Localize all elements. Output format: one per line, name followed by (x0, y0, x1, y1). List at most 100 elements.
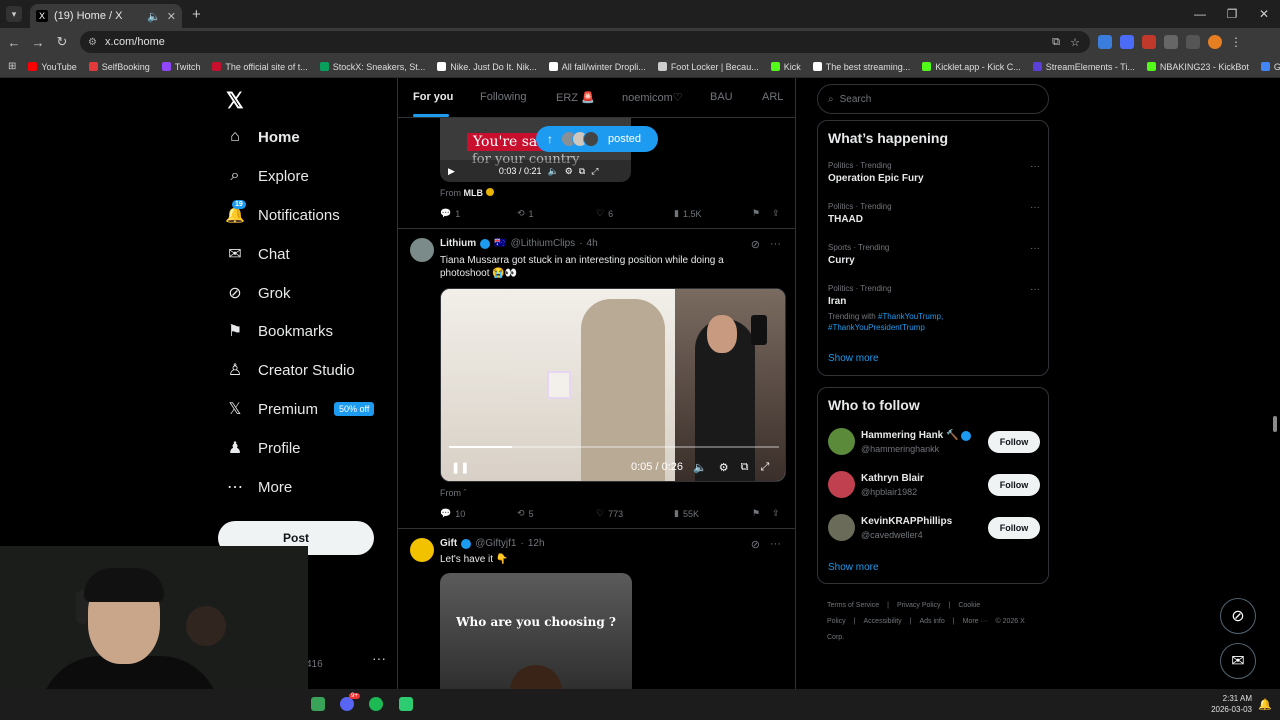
page-scrollbar[interactable] (1270, 78, 1280, 689)
bookmark-item[interactable]: Foot Locker | Becau... (657, 62, 759, 72)
author-name[interactable]: Lithium (440, 238, 476, 249)
follow-suggestion[interactable]: Hammering Hank 🔨 @hammeringhankk Follow (828, 428, 1040, 458)
show-more-link[interactable]: Show more (828, 562, 879, 573)
tweet-video[interactable]: Who are you choosing ? (440, 573, 632, 689)
tweet-video[interactable]: ❚❚ 0:05 / 0:26 🔈 ⚙ ⧉ ⤢ (440, 288, 786, 482)
author-handle[interactable]: @Giftyjf1 (475, 538, 516, 549)
pause-icon[interactable]: ❚❚ (451, 461, 469, 474)
bookmark-item[interactable]: Twitch (161, 62, 200, 72)
mute-icon[interactable]: 🔈 (147, 10, 161, 23)
app-icon[interactable] (399, 697, 413, 711)
footer-link[interactable]: More ··· (963, 618, 988, 625)
settings-icon[interactable]: ⚙ (565, 166, 573, 177)
nav-item-more[interactable]: ⋯ More (226, 478, 292, 497)
avatar[interactable] (410, 238, 434, 262)
footer-link[interactable]: Privacy Policy (897, 602, 941, 609)
share-icon[interactable]: ⇪ (772, 208, 780, 219)
trend-item[interactable]: Politics · Trending Operation Epic Fury … (828, 161, 1040, 184)
back-icon[interactable]: ← (2, 35, 26, 50)
follow-button[interactable]: Follow (988, 474, 1040, 496)
grok-fab-icon[interactable]: ⊘ (1220, 598, 1256, 634)
bookmark-item[interactable]: The best streaming... (812, 62, 910, 72)
bookmark-item[interactable]: StockX: Sneakers, St... (319, 62, 425, 72)
extension-icon[interactable] (1120, 35, 1134, 49)
pip-icon[interactable]: ⧉ (579, 166, 585, 177)
repost-button[interactable]: ⟲ 1 (517, 208, 534, 219)
tab-search-icon[interactable]: ▾ (6, 6, 22, 22)
fullscreen-icon[interactable]: ⤢ (760, 461, 769, 474)
new-tab-icon[interactable]: + (192, 6, 201, 23)
bookmark-item[interactable]: All fall/winter Dropli... (548, 62, 646, 72)
more-options-icon[interactable]: ··· (1030, 284, 1040, 295)
more-options-icon[interactable]: ··· (770, 238, 781, 251)
volume-icon[interactable]: 🔈 (547, 166, 558, 177)
bookmark-item[interactable]: Kick (770, 62, 801, 72)
nav-item-explore[interactable]: ⌕ Explore (226, 167, 309, 185)
nav-item-grok[interactable]: ⊘ Grok (226, 284, 290, 303)
more-options-icon[interactable]: ··· (770, 538, 781, 551)
follow-suggestion[interactable]: KevinKRAPPhillips @cavedweller4 Follow (828, 514, 1040, 544)
source-name[interactable]: MLB (464, 188, 484, 198)
more-options-icon[interactable]: ··· (1030, 161, 1040, 172)
minimize-icon[interactable]: — (1184, 0, 1216, 28)
settings-icon[interactable]: ⚙ (719, 461, 729, 474)
tweet-time[interactable]: 12h (528, 538, 545, 549)
show-more-link[interactable]: Show more (828, 353, 879, 364)
footer-link[interactable]: Ads info (919, 618, 944, 625)
tab-erz[interactable]: ERZ 🚨 (556, 91, 595, 104)
grok-icon[interactable]: ⊘ (751, 538, 760, 551)
install-icon[interactable]: ⧉ (1052, 36, 1060, 49)
nav-item-notifications[interactable]: 🔔 19 Notifications (225, 200, 340, 224)
avatar[interactable] (410, 538, 434, 562)
nav-item-creator-studio[interactable]: ♙ Creator Studio (226, 361, 355, 380)
bookmark-button[interactable]: ⚑ (752, 208, 760, 219)
bookmark-item[interactable]: NBAKING23 - KickBot (1146, 62, 1249, 72)
tab-noemicom[interactable]: noemicom♡ (622, 91, 683, 104)
reply-button[interactable]: 💬 1 (440, 208, 460, 219)
pip-icon[interactable]: ⧉ (741, 461, 749, 474)
profile-avatar-icon[interactable] (1208, 35, 1222, 49)
author-handle[interactable]: @LithiumClips (511, 238, 576, 249)
views-button[interactable]: ▮ 1.5K (674, 208, 701, 219)
tweet-time[interactable]: 4h (587, 238, 598, 249)
notification-icon[interactable]: 🔔 (1258, 698, 1272, 711)
search-input[interactable]: ⌕ Search (817, 84, 1049, 114)
apps-grid-icon[interactable]: ⊞ (8, 61, 16, 72)
follow-suggestion[interactable]: Kathryn Blair @hpblair1982 Follow (828, 471, 1040, 501)
bookmark-button[interactable]: ⚑ (752, 508, 760, 519)
bookmark-item[interactable]: Google (1260, 62, 1280, 72)
like-button[interactable]: ♡ 773 (596, 508, 623, 519)
bookmark-item[interactable]: StreamElements - Ti... (1032, 62, 1135, 72)
restore-icon[interactable]: ❐ (1216, 0, 1248, 28)
spotify-icon[interactable] (369, 697, 383, 711)
nav-item-home[interactable]: ⌂ Home (226, 128, 300, 146)
nav-item-premium[interactable]: 𝕏 Premium 50% off (226, 400, 375, 418)
bookmark-item[interactable]: The official site of t... (212, 62, 308, 72)
like-button[interactable]: ♡ 6 (596, 208, 613, 219)
avatar[interactable] (828, 428, 855, 455)
footer-link[interactable]: Accessibility (864, 618, 902, 625)
tab-following[interactable]: Following (480, 91, 526, 103)
reload-icon[interactable]: ↻ (50, 34, 74, 50)
extension-icon[interactable] (1098, 35, 1112, 49)
bookmark-item[interactable]: YouTube (28, 62, 77, 72)
browser-tab[interactable]: X (19) Home / X 🔈 ✕ (30, 4, 182, 28)
follow-button[interactable]: Follow (988, 517, 1040, 539)
bookmark-item[interactable]: Nike. Just Do It. Nik... (437, 62, 537, 72)
footer-link[interactable]: Terms of Service (827, 602, 879, 609)
share-icon[interactable]: ⇪ (772, 508, 780, 519)
puzzle-icon[interactable] (1164, 35, 1178, 49)
new-posts-pill[interactable]: ↑ posted (536, 126, 658, 152)
messages-fab-icon[interactable]: ✉ (1220, 643, 1256, 679)
discord-icon[interactable] (340, 697, 354, 711)
fullscreen-icon[interactable]: ⤢ (591, 166, 598, 177)
scrollbar-thumb[interactable] (1273, 416, 1277, 432)
repost-button[interactable]: ⟲ 5 (517, 508, 534, 519)
avatar[interactable] (828, 471, 855, 498)
star-icon[interactable]: ☆ (1070, 36, 1080, 49)
author-name[interactable]: Gift (440, 538, 457, 549)
tab-bau[interactable]: BAU (710, 91, 733, 103)
volume-icon[interactable]: 🔈 (693, 461, 707, 474)
system-clock[interactable]: 2:31 AM 2026-03-03 (1206, 693, 1252, 715)
close-window-icon[interactable]: ✕ (1248, 0, 1280, 28)
